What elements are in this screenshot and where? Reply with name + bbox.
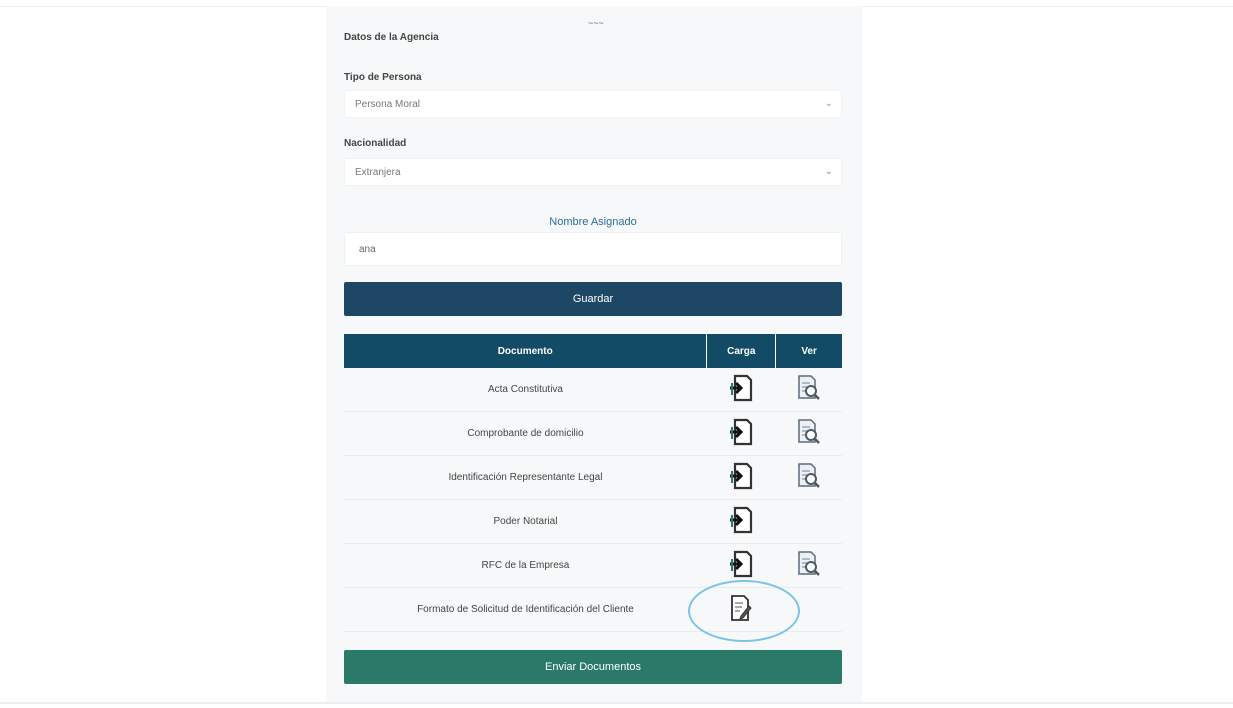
nationality-select[interactable]: Extranjera ⌄ (344, 158, 842, 186)
person-type-value: Persona Moral (355, 99, 421, 110)
table-header-row: Documento Carga Ver (344, 334, 842, 368)
upload-doc-icon[interactable] (728, 549, 754, 582)
chevron-down-icon: ⌄ (824, 166, 833, 177)
upload-doc-icon[interactable] (728, 417, 754, 450)
table-row: Comprobante de domicilio (344, 411, 842, 456)
save-button[interactable]: Guardar (344, 282, 842, 316)
document-name: Acta Constitutiva (344, 368, 707, 412)
nationality-value: Extranjera (355, 167, 401, 178)
upload-doc-icon[interactable] (728, 373, 754, 406)
document-name: Formato de Solicitud de Identificación d… (344, 587, 707, 632)
name-input-value: ana (359, 244, 376, 255)
documents-table: Documento Carga Ver Acta Constitutiva Co… (344, 334, 842, 632)
submit-documents-button[interactable]: Enviar Documentos (344, 650, 842, 684)
column-header-upload: Carga (706, 334, 777, 368)
document-name: Identificación Representante Legal (344, 455, 707, 500)
view-doc-icon[interactable] (796, 550, 822, 581)
person-type-label: Tipo de Persona (344, 72, 422, 83)
upload-doc-icon[interactable] (728, 461, 754, 494)
edit-form-icon[interactable] (728, 593, 754, 626)
top-marker: ~~~ (588, 18, 604, 28)
document-name: Comprobante de domicilio (344, 411, 707, 456)
column-header-view: Ver (775, 334, 842, 368)
view-doc-icon[interactable] (796, 462, 822, 493)
empty-view-cell (775, 587, 842, 632)
name-input[interactable]: ana (344, 232, 842, 266)
document-name: Poder Notarial (344, 499, 707, 544)
view-doc-icon[interactable] (796, 374, 822, 405)
form-panel: ~~~ Datos de la Agencia Tipo de Persona … (326, 6, 862, 702)
upload-doc-icon[interactable] (728, 505, 754, 538)
column-header-document: Documento (344, 334, 708, 368)
document-name: RFC de la Empresa (344, 543, 707, 588)
table-row: Poder Notarial (344, 499, 842, 544)
chevron-down-icon: ⌄ (824, 98, 833, 109)
view-doc-icon[interactable] (796, 418, 822, 449)
section-title: Datos de la Agencia (344, 32, 439, 43)
nationality-label: Nacionalidad (344, 138, 407, 149)
person-type-select[interactable]: Persona Moral ⌄ (344, 90, 842, 118)
table-row: Formato de Solicitud de Identificación d… (344, 587, 842, 632)
table-row: Identificación Representante Legal (344, 455, 842, 500)
table-row: Acta Constitutiva (344, 368, 842, 412)
bottom-divider (0, 702, 1233, 704)
name-label: Nombre Asignado (549, 216, 637, 228)
empty-view-cell (775, 499, 842, 544)
table-row: RFC de la Empresa (344, 543, 842, 588)
